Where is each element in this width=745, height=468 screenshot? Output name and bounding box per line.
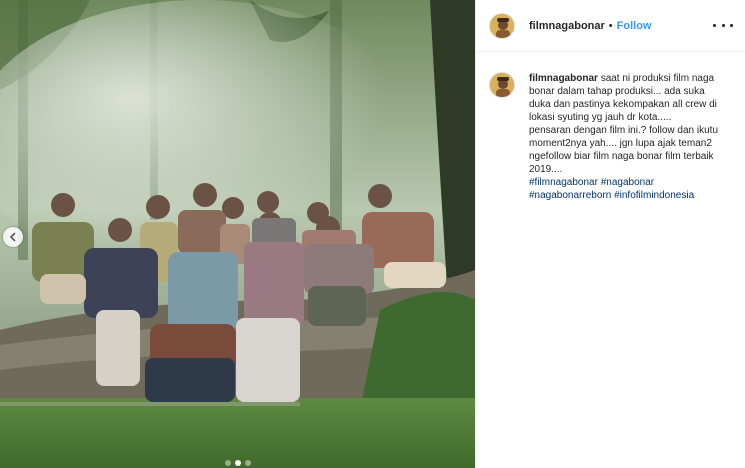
carousel-dots: [0, 460, 475, 466]
carousel-dot: [224, 460, 231, 466]
follow-button[interactable]: Follow: [617, 20, 652, 32]
header-username[interactable]: filmnagabonar: [529, 20, 605, 32]
post-header: filmnagabonar • Follow: [476, 0, 745, 52]
caption-hashtags: #filmnagabonar #nagabonar #nagabonarrebo…: [529, 177, 694, 201]
hashtag-link[interactable]: #filmnagabonar: [529, 177, 598, 188]
carousel-dot: [244, 460, 251, 466]
caption: filmnagabonar saat ni produksi film naga…: [476, 52, 745, 202]
carousel-prev-button[interactable]: [3, 227, 23, 247]
avatar[interactable]: [489, 12, 515, 39]
hashtag-link[interactable]: #infofilmindonesia: [614, 190, 694, 201]
caption-avatar[interactable]: [489, 72, 515, 98]
avatar-image: [490, 13, 514, 38]
caption-body: filmnagabonar saat ni produksi film naga…: [529, 72, 729, 202]
hashtag-link[interactable]: #nagabonar: [601, 177, 654, 188]
more-options-icon[interactable]: [713, 19, 733, 33]
caption-username[interactable]: filmnagabonar: [529, 73, 598, 84]
caption-text: saat ni produksi film naga bonar dalam t…: [529, 73, 719, 175]
carousel-dot-active: [234, 460, 241, 466]
photo-image: [0, 0, 475, 468]
hashtag-link[interactable]: #nagabonarreborn: [529, 190, 611, 201]
post-side-panel: filmnagabonar • Follow filmnagabonar saa…: [475, 0, 745, 468]
chevron-left-icon: [9, 232, 16, 242]
header-separator: •: [608, 19, 613, 32]
avatar-image: [490, 73, 514, 97]
post-photo[interactable]: [0, 0, 475, 468]
